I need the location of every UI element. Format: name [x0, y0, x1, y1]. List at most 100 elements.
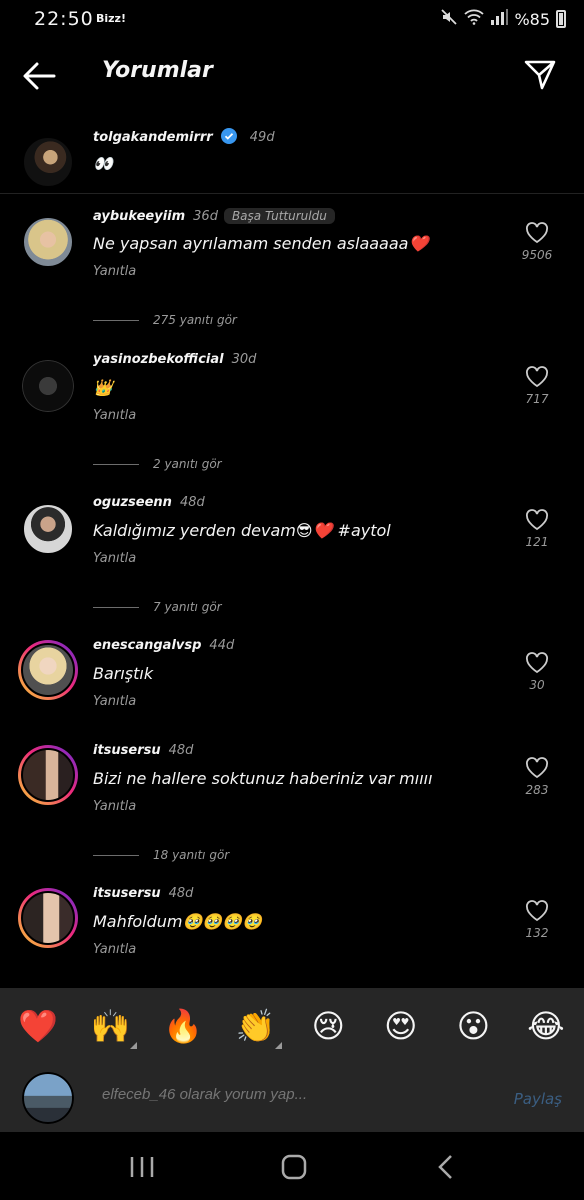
reaction-laughing[interactable]: 😂: [526, 1007, 566, 1045]
wifi-icon: [464, 9, 485, 29]
comment-author: aybukeeyiim 36d Başa Tutturuldu: [93, 208, 335, 224]
divider: [93, 319, 139, 321]
comment-item: aybukeeyiim 36d Başa Tutturuldu Ne yapsan …: [0, 206, 584, 336]
time-ago: 36d: [193, 209, 218, 224]
pinned-badge: Başa Tutturuldu: [223, 208, 335, 224]
avatar[interactable]: [22, 360, 74, 412]
status-time: 22:50: [34, 8, 94, 30]
system-nav-bar: [0, 1132, 584, 1200]
reply-button[interactable]: Yanıtla: [93, 942, 136, 957]
status-app-name: Bizz!: [96, 12, 126, 25]
like-button[interactable]: 717: [520, 366, 554, 406]
reply-button[interactable]: Yanıtla: [93, 799, 136, 814]
status-icons: %85: [440, 8, 566, 30]
time-ago: 48d: [168, 886, 194, 901]
comment-text: Bizi ne hallere soktunuz haberiniz var m…: [93, 769, 433, 788]
reaction-clap[interactable]: 👏: [235, 1007, 282, 1049]
reaction-heart-eyes[interactable]: 😍: [381, 1007, 421, 1045]
avatar[interactable]: [22, 216, 74, 268]
heart-outline-icon: [526, 757, 548, 779]
post-comment-button[interactable]: Paylaş: [514, 1090, 562, 1108]
reaction-crying[interactable]: 😢: [308, 1007, 348, 1045]
comment-text: Mahfoldum🥹🥹🥹🥹: [93, 912, 263, 931]
comment-text: Kaldığımız yerden devam😎❤️ #aytol: [93, 521, 391, 540]
view-replies-label: 275 yanıtı gör: [153, 313, 237, 327]
battery-percent: %85: [514, 9, 550, 29]
like-count: 30: [529, 678, 545, 692]
reaction-surprised[interactable]: 😮: [453, 1007, 493, 1045]
comment-item: oguzseenn 48d Kaldığımız yerden devam😎❤️ …: [0, 493, 584, 623]
reaction-raised-hands[interactable]: 🙌: [91, 1007, 137, 1049]
reaction-clap-emoji: 👏: [235, 1007, 276, 1045]
caption-author: tolgakandemirrr 49d: [93, 128, 275, 145]
heart-outline-icon: [526, 366, 548, 388]
post-caption: tolgakandemirrr 49d 👀: [0, 126, 584, 194]
time-ago: 49d: [249, 130, 275, 145]
comment-text: Ne yapsan ayrılamam senden aslaaaaa❤️: [93, 234, 429, 253]
time-ago: 48d: [168, 743, 194, 758]
signal-icon: [490, 9, 509, 29]
skin-tone-indicator: [129, 1042, 137, 1049]
comment-author: itsusersu 48d: [93, 743, 193, 758]
comment-item: itsusersu 48d Mahfoldum🥹🥹🥹🥹 Yanıtla 132: [0, 884, 584, 974]
comment-author: oguzseenn 48d: [93, 495, 205, 510]
reaction-heart[interactable]: ❤️: [18, 1007, 58, 1045]
reply-button[interactable]: Yanıtla: [93, 408, 136, 423]
avatar[interactable]: [22, 136, 74, 188]
battery-icon: [556, 10, 566, 28]
share-post-button[interactable]: [522, 56, 558, 92]
view-replies-button[interactable]: 2 yanıtı gör: [93, 454, 222, 474]
status-bar: 22:50 Bizz! %85: [0, 0, 584, 40]
like-button[interactable]: 283: [520, 757, 554, 797]
divider: [93, 463, 139, 465]
divider: [93, 606, 139, 608]
recent-apps-button[interactable]: [122, 1152, 162, 1182]
header: Yorumlar: [0, 44, 584, 104]
mute-icon: [440, 8, 458, 30]
comment-composer: Paylaş: [0, 1064, 584, 1132]
reply-button[interactable]: Yanıtla: [93, 551, 136, 566]
username[interactable]: aybukeeyiim: [93, 209, 185, 224]
back-button[interactable]: [20, 58, 60, 94]
comment-text: Barıştık: [93, 664, 154, 683]
username[interactable]: enescangalvsp: [93, 638, 201, 653]
time-ago: 48d: [179, 495, 205, 510]
username[interactable]: tolgakandemirrr: [93, 130, 213, 145]
home-icon: [281, 1154, 307, 1180]
avatar-story-ring[interactable]: [18, 640, 78, 700]
like-count: 283: [525, 783, 549, 797]
view-replies-label: 7 yanıtı gör: [153, 600, 222, 614]
view-replies-label: 2 yanıtı gör: [153, 457, 222, 471]
like-button[interactable]: 121: [520, 509, 554, 549]
view-replies-button[interactable]: 7 yanıtı gör: [93, 597, 222, 617]
verified-badge-icon: [221, 128, 238, 144]
heart-outline-icon: [526, 652, 548, 674]
like-button[interactable]: 9506: [520, 222, 554, 262]
username[interactable]: itsusersu: [93, 886, 161, 901]
paper-plane-icon: [524, 60, 556, 90]
recent-apps-icon: [130, 1157, 154, 1177]
reply-button[interactable]: Yanıtla: [93, 264, 136, 279]
view-replies-button[interactable]: 18 yanıtı gör: [93, 845, 229, 865]
avatar[interactable]: [22, 503, 74, 555]
comment-item: enescangalvsp 44d Barıştık Yanıtla 30: [0, 636, 584, 726]
heart-outline-icon: [526, 222, 548, 244]
avatar-story-ring[interactable]: [18, 888, 78, 948]
reaction-fire[interactable]: 🔥: [163, 1007, 203, 1045]
home-button[interactable]: [274, 1152, 314, 1182]
username[interactable]: oguzseenn: [93, 495, 172, 510]
view-replies-button[interactable]: 275 yanıtı gör: [93, 310, 237, 330]
comment-input[interactable]: [102, 1086, 482, 1103]
caption-text: 👀: [93, 154, 113, 173]
system-back-button[interactable]: [426, 1152, 466, 1182]
like-button[interactable]: 30: [520, 652, 554, 692]
divider: [93, 854, 139, 856]
reply-button[interactable]: Yanıtla: [93, 694, 136, 709]
time-ago: 44d: [209, 638, 235, 653]
comment-item: yasinozbekofficial 30d 👑 Yanıtla 717 2 ya…: [0, 350, 584, 480]
avatar-story-ring[interactable]: [18, 745, 78, 805]
quick-reactions-bar: ❤️ 🙌 🔥 👏 😢 😍 😮 😂: [0, 988, 584, 1064]
like-button[interactable]: 132: [520, 900, 554, 940]
username[interactable]: yasinozbekofficial: [93, 352, 224, 367]
username[interactable]: itsusersu: [93, 743, 161, 758]
